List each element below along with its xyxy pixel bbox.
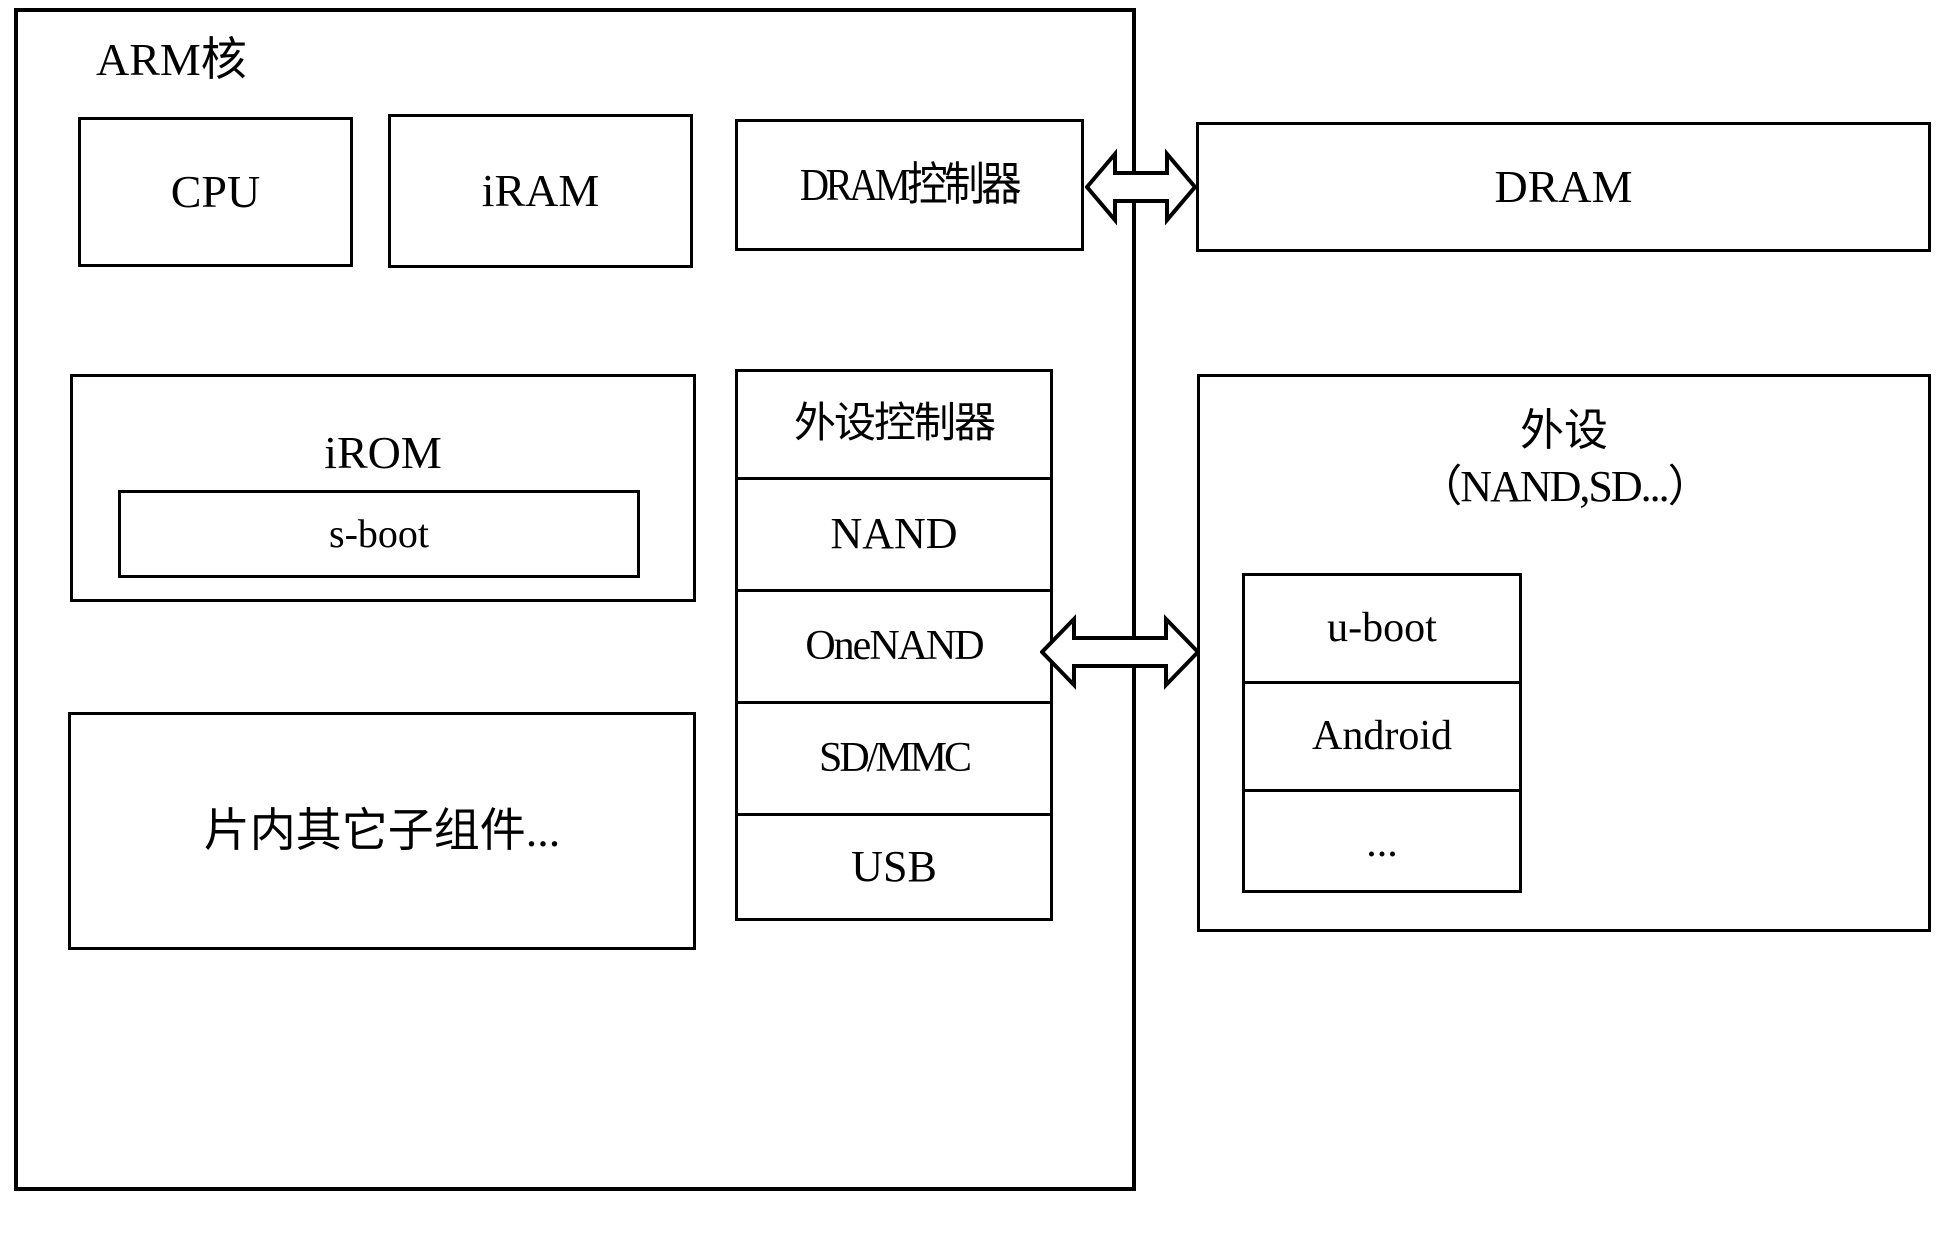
other-on-chip-components-label: 片内其它子组件... bbox=[203, 804, 561, 856]
nand-label: NAND bbox=[830, 509, 958, 559]
peripherals-item-list: u-boot Android ... bbox=[1242, 573, 1522, 893]
peripheral-controller-block: 外设控制器 NAND OneNAND SD/MMC USB bbox=[735, 369, 1053, 921]
diagram-canvas: ARM核 CPU iRAM DRAM控制器 DRAM iROM s-boot 片… bbox=[0, 0, 1943, 1237]
android-label: Android bbox=[1312, 713, 1452, 760]
cpu-label: CPU bbox=[170, 165, 261, 217]
cpu-block: CPU bbox=[78, 117, 353, 267]
more-label: ... bbox=[1366, 819, 1398, 866]
onenand-label: OneNAND bbox=[805, 623, 984, 670]
iram-label: iRAM bbox=[481, 164, 600, 216]
s-boot-label: s-boot bbox=[329, 511, 429, 556]
peripherals-title: 外设 （NAND,SD...） bbox=[1200, 403, 1928, 516]
dram-controller-label: DRAM控制器 bbox=[800, 158, 1022, 210]
peripheral-controller-item-onenand: OneNAND bbox=[738, 592, 1050, 704]
arm-core-title-label: ARM核 bbox=[96, 33, 247, 85]
peripheral-controller-header: 外设控制器 bbox=[738, 372, 1050, 480]
iram-block: iRAM bbox=[388, 114, 693, 268]
sdmmc-label: SD/MMC bbox=[818, 735, 972, 782]
peripherals-block: 外设 （NAND,SD...） u-boot Android ... bbox=[1197, 374, 1931, 932]
dram-controller-block: DRAM控制器 bbox=[735, 119, 1084, 251]
peripheral-connector-arrow-icon bbox=[1040, 614, 1200, 690]
dram-label: DRAM bbox=[1494, 160, 1633, 212]
peripheral-controller-title-label: 外设控制器 bbox=[793, 401, 996, 448]
s-boot-block: s-boot bbox=[118, 490, 640, 578]
u-boot-label: u-boot bbox=[1327, 605, 1437, 652]
peripherals-title-label: 外设 bbox=[1520, 406, 1608, 455]
arm-core-title: ARM核 bbox=[96, 30, 436, 90]
other-on-chip-components-block: 片内其它子组件... bbox=[68, 712, 696, 950]
irom-label: iROM bbox=[324, 427, 442, 478]
peripherals-subtitle-label: （NAND,SD...） bbox=[1418, 462, 1711, 512]
peripherals-item-more: ... bbox=[1245, 792, 1519, 894]
dram-connector-arrow-icon bbox=[1085, 148, 1197, 226]
peripherals-item-android: Android bbox=[1245, 684, 1519, 792]
usb-label: USB bbox=[851, 841, 937, 891]
peripheral-controller-item-usb: USB bbox=[738, 816, 1050, 918]
peripheral-controller-item-sdmmc: SD/MMC bbox=[738, 704, 1050, 816]
peripherals-item-u-boot: u-boot bbox=[1245, 576, 1519, 684]
dram-block: DRAM bbox=[1196, 122, 1931, 252]
peripheral-controller-item-nand: NAND bbox=[738, 480, 1050, 592]
